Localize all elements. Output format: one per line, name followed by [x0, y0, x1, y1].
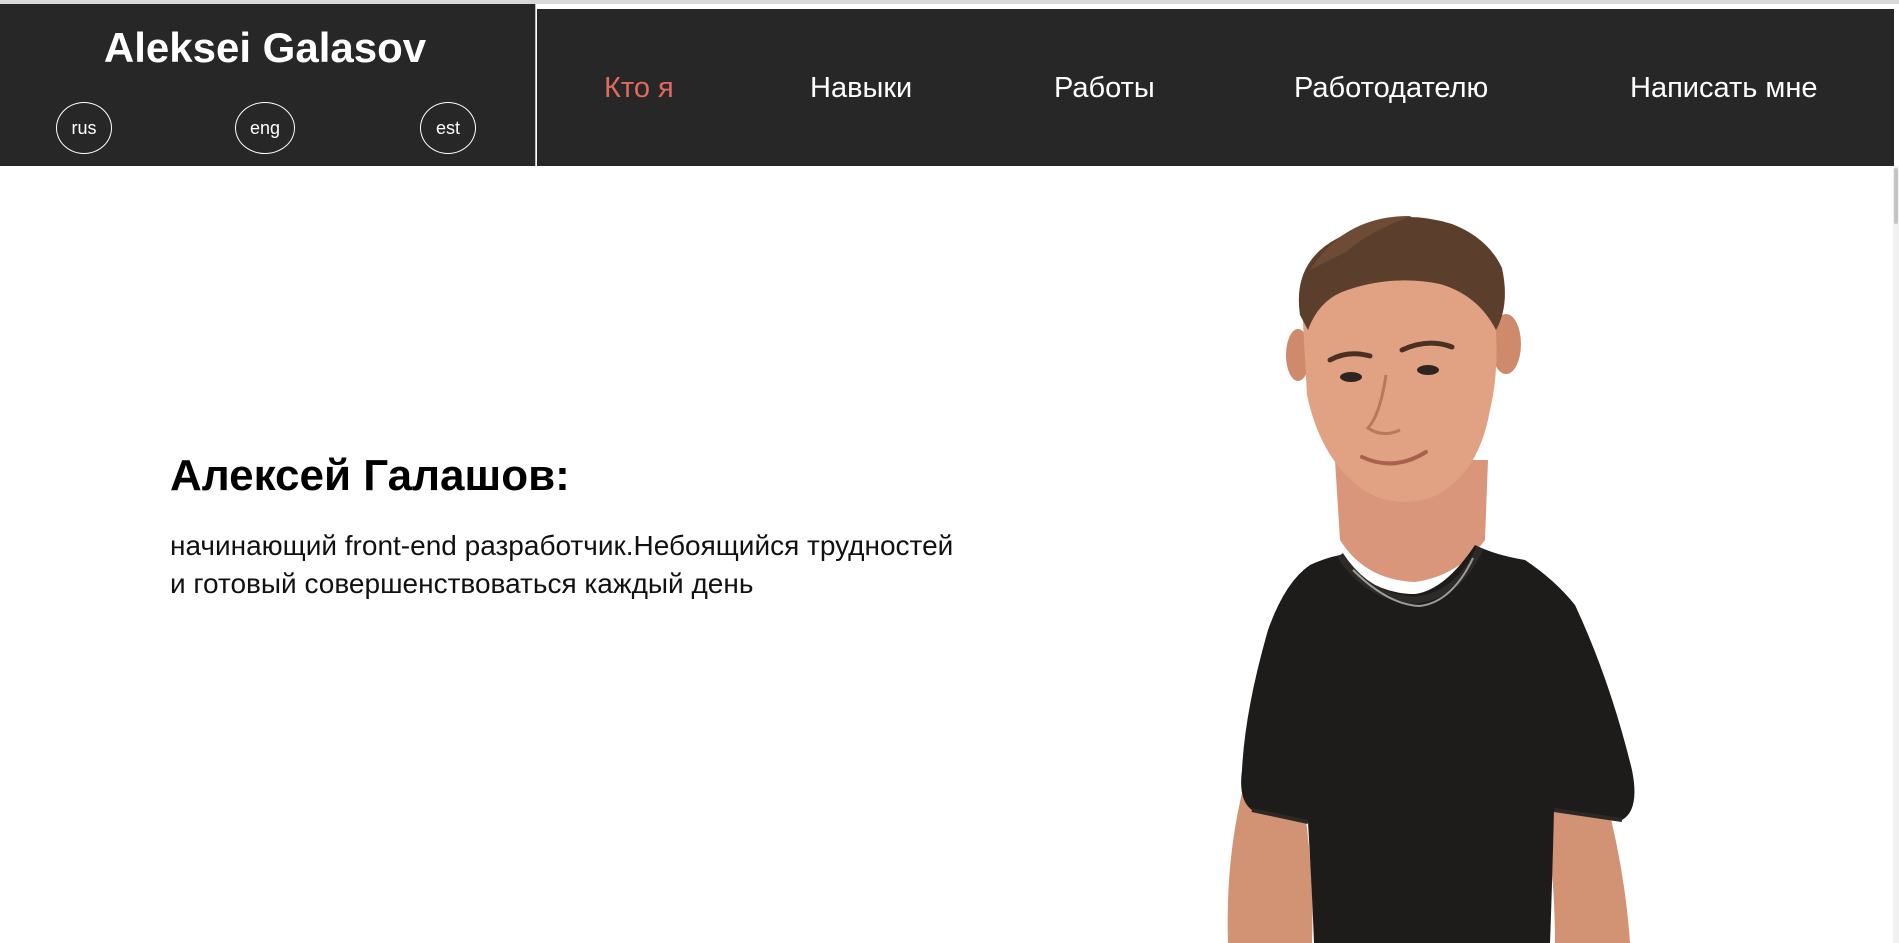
hero-heading: Алексей Галашов: [170, 451, 570, 500]
nav-item-contact-me[interactable]: Написать мне [1630, 9, 1818, 166]
language-button-est[interactable]: est [420, 102, 476, 154]
main-navigation: Кто я Навыки Работы Работодателю Написат… [537, 9, 1894, 166]
language-button-rus[interactable]: rus [56, 102, 112, 154]
brand-panel: Aleksei Galasov rus eng est [0, 4, 536, 166]
page: Aleksei Galasov rus eng est Кто я Навыки… [0, 0, 1899, 943]
brand-name: Aleksei Galasov [103, 24, 427, 71]
language-button-eng[interactable]: eng [235, 102, 295, 154]
nav-item-skills[interactable]: Навыки [810, 9, 912, 166]
nav-item-works[interactable]: Работы [1054, 9, 1155, 166]
hero-description: начинающий front-end разработчик.Небоящи… [170, 530, 954, 599]
person-portrait-icon [1227, 215, 1635, 943]
scrollbar-thumb[interactable] [1894, 168, 1898, 224]
page-scrollbar[interactable] [1893, 166, 1899, 943]
nav-item-who-am-i[interactable]: Кто я [604, 9, 674, 166]
nav-item-for-employer[interactable]: Работодателю [1294, 9, 1488, 166]
